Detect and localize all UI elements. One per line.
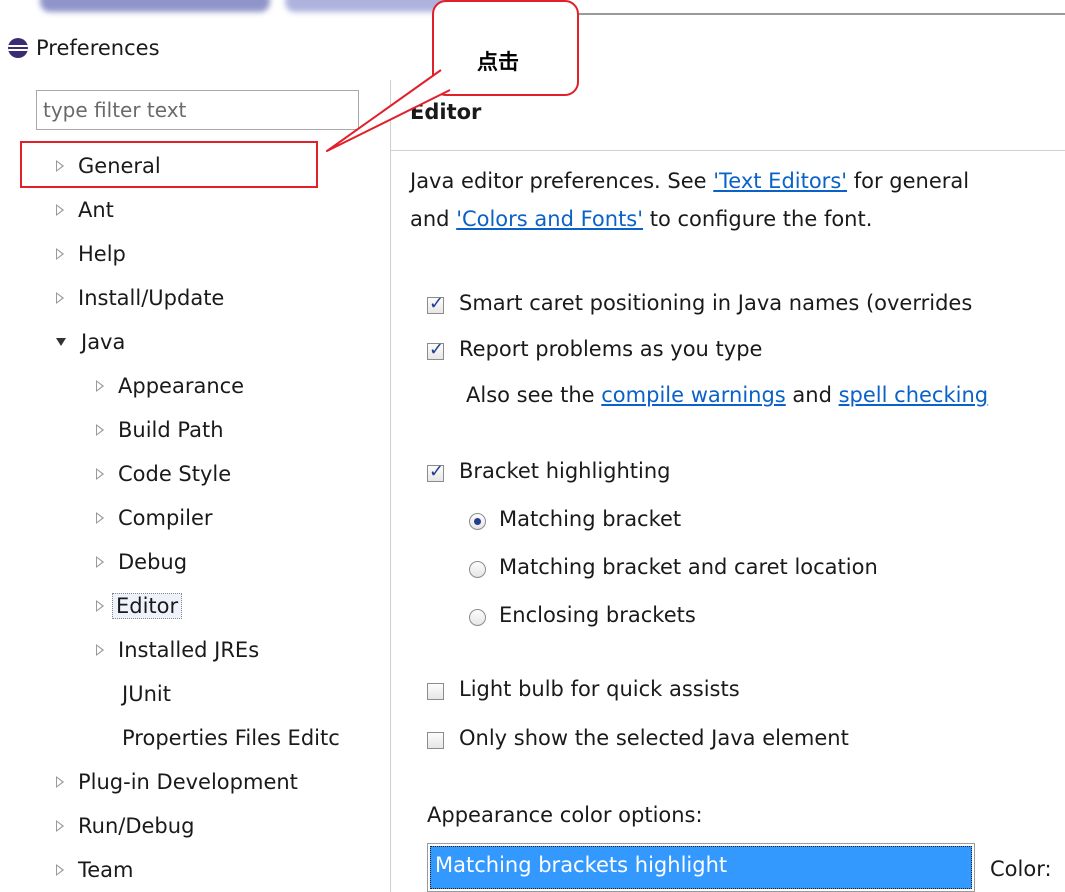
annotation-pointer xyxy=(326,69,451,152)
